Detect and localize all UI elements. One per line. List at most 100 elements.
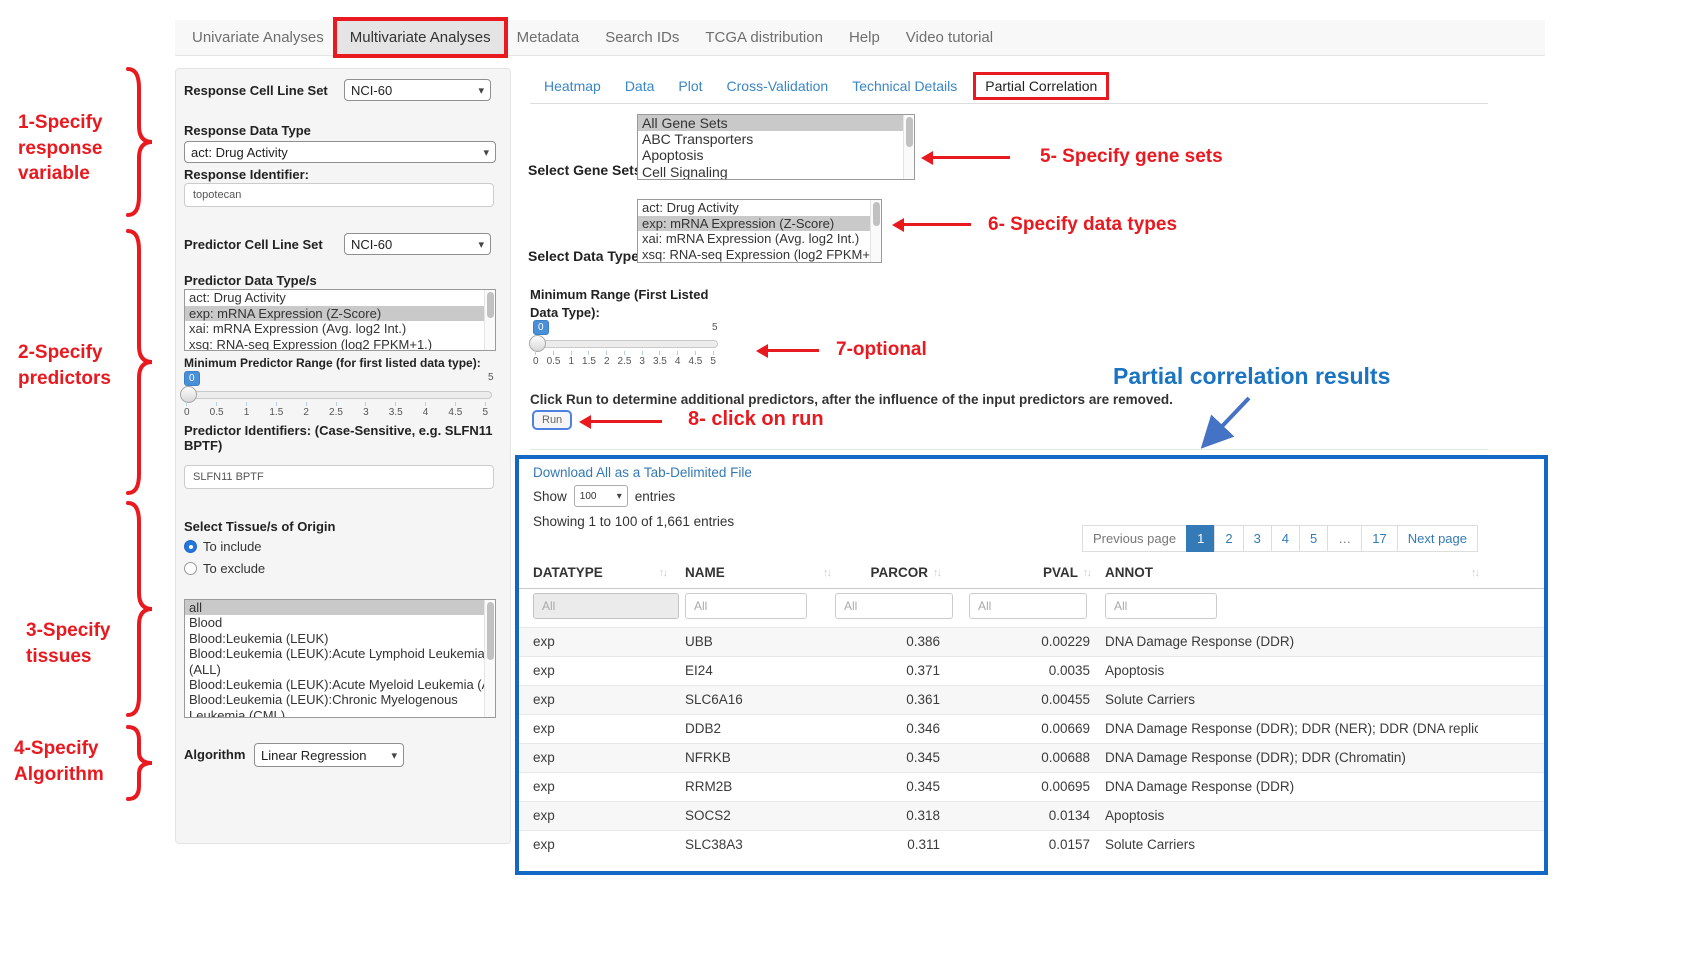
listbox-option[interactable]: xai: mRNA Expression (Avg. log2 Int.) — [638, 231, 881, 247]
response-data-type-value: act: Drug Activity — [191, 145, 288, 160]
listbox-option-selected[interactable]: exp: mRNA Expression (Z-Score) — [638, 216, 881, 232]
run-button[interactable]: Run — [532, 410, 572, 430]
slider-max-label: 5 — [488, 372, 494, 383]
listbox-option[interactable]: xsq: RNA-seq Expression (log2 FPKM+1.) — [185, 337, 495, 352]
tissue-include-radio[interactable]: To include — [184, 539, 262, 554]
predictor-cell-line-select[interactable]: NCI-60 ▾ — [344, 233, 491, 255]
tick-label: 4.5 — [688, 351, 702, 367]
nav-item-video-tutorial[interactable]: Video tutorial — [893, 21, 1006, 54]
cell-datatype: exp — [533, 837, 673, 852]
filter-input-datatype[interactable] — [533, 593, 679, 619]
page-button-4[interactable]: 4 — [1271, 525, 1300, 552]
listbox-option[interactable]: Cell Signaling — [638, 164, 914, 180]
tick-label: 2.5 — [618, 351, 632, 367]
predictor-cell-line-label: Predictor Cell Line Set — [184, 237, 323, 252]
tab-technical-details[interactable]: Technical Details — [840, 73, 969, 99]
listbox-option[interactable]: Apoptosis — [638, 147, 914, 163]
table-row[interactable]: exp DDB2 0.346 0.00669 DNA Damage Respon… — [519, 714, 1544, 743]
data-types-label: Select Data Types — [528, 248, 647, 264]
table-row[interactable]: exp SOCS2 0.318 0.0134 Apoptosis — [519, 801, 1544, 830]
tab-cross-validation[interactable]: Cross-Validation — [715, 73, 841, 99]
listbox-option[interactable]: xsq: RNA-seq Expression (log2 FPKM+1.) — [638, 247, 881, 263]
sort-icon: ↑↓ — [933, 567, 940, 579]
tab-partial-correlation[interactable]: Partial Correlation — [973, 72, 1109, 100]
listbox-option-selected[interactable]: All Gene Sets — [638, 115, 914, 131]
annotation-step8: 8- click on run — [688, 406, 824, 433]
predictor-identifiers-input[interactable] — [184, 465, 494, 489]
cell-annot: Solute Carriers — [1105, 837, 1478, 852]
listbox-option[interactable]: Blood:Leukemia (LEUK):Acute Myeloid Leuk… — [185, 677, 495, 692]
predictor-range-slider-track[interactable] — [184, 391, 492, 399]
table-row[interactable]: exp SLC38A3 0.311 0.0157 Solute Carriers — [519, 830, 1544, 859]
min-range-slider-track[interactable] — [533, 340, 718, 348]
cell-parcor: 0.345 — [805, 750, 940, 765]
previous-page-button[interactable]: Previous page — [1082, 525, 1187, 552]
chevron-down-icon: ▾ — [617, 491, 622, 502]
filter-input-parcor[interactable] — [835, 593, 953, 619]
listbox-scrollbar[interactable] — [903, 115, 914, 179]
tissue-origin-label: Select Tissue/s of Origin — [184, 519, 335, 534]
tick-label: 3.5 — [653, 351, 667, 367]
table-row[interactable]: exp SLC6A16 0.361 0.00455 Solute Carrier… — [519, 685, 1544, 714]
listbox-scrollbar[interactable] — [484, 290, 495, 350]
pagination: Previous page 1 2 3 4 5 … 17 Next page — [1083, 525, 1478, 552]
page-button-5[interactable]: 5 — [1299, 525, 1328, 552]
tab-plot[interactable]: Plot — [666, 73, 714, 99]
arrow-to-results-table — [1193, 392, 1257, 454]
filter-input-annot[interactable] — [1105, 593, 1217, 619]
cell-name: RRM2B — [685, 779, 815, 794]
listbox-option[interactable]: act: Drug Activity — [638, 200, 881, 216]
listbox-option[interactable]: Blood:Leukemia (LEUK):Chronic Myelogenou… — [185, 692, 495, 718]
nav-item-metadata[interactable]: Metadata — [504, 21, 593, 54]
entries-per-page-select[interactable]: 100 ▾ — [574, 485, 628, 507]
predictor-range-slider-handle[interactable] — [180, 386, 197, 403]
column-header-annot[interactable]: ANNOT ↑↓ — [1105, 565, 1478, 580]
table-row[interactable]: exp NFRKB 0.345 0.00688 DNA Damage Respo… — [519, 743, 1544, 772]
table-row[interactable]: exp RRM2B 0.345 0.00695 DNA Damage Respo… — [519, 772, 1544, 801]
tissue-exclude-radio[interactable]: To exclude — [184, 561, 265, 576]
tissue-listbox: all Blood Blood:Leukemia (LEUK) Blood:Le… — [184, 599, 496, 718]
response-cell-line-label: Response Cell Line Set — [184, 83, 328, 98]
page-button-2[interactable]: 2 — [1214, 525, 1243, 552]
column-header-pval[interactable]: PVAL ↑↓ — [955, 565, 1090, 580]
listbox-option[interactable]: Blood:Leukemia (LEUK) — [185, 631, 495, 646]
page-button-1[interactable]: 1 — [1186, 525, 1215, 552]
chevron-down-icon: ▾ — [478, 84, 484, 97]
listbox-option[interactable]: act: Drug Activity — [185, 290, 495, 306]
filter-input-name[interactable] — [685, 593, 807, 619]
response-cell-line-select[interactable]: NCI-60 ▾ — [344, 79, 491, 101]
nav-item-search-ids[interactable]: Search IDs — [592, 21, 692, 54]
cell-datatype: exp — [533, 721, 673, 736]
nav-item-help[interactable]: Help — [836, 21, 893, 54]
column-header-parcor[interactable]: PARCOR ↑↓ — [805, 565, 940, 580]
cell-name: SLC38A3 — [685, 837, 815, 852]
algorithm-select[interactable]: Linear Regression ▾ — [254, 743, 404, 767]
top-nav: Univariate Analyses Multivariate Analyse… — [175, 20, 1545, 56]
listbox-option-selected[interactable]: all — [185, 600, 495, 615]
listbox-scrollbar[interactable] — [870, 200, 881, 262]
table-row[interactable]: exp EI24 0.371 0.0035 Apoptosis — [519, 656, 1544, 685]
column-header-datatype[interactable]: DATATYPE ↑↓ — [533, 565, 666, 580]
listbox-option[interactable]: Blood:Leukemia (LEUK):Acute Lymphoid Leu… — [185, 646, 495, 677]
nav-item-multivariate-analyses[interactable]: Multivariate Analyses — [337, 21, 504, 54]
page-button-17[interactable]: 17 — [1361, 525, 1397, 552]
min-range-slider-handle[interactable] — [529, 335, 546, 352]
download-tab-delimited-link[interactable]: Download All as a Tab-Delimited File — [533, 465, 752, 480]
table-row[interactable]: exp UBB 0.386 0.00229 DNA Damage Respons… — [519, 627, 1544, 656]
page-button-3[interactable]: 3 — [1243, 525, 1272, 552]
listbox-option-selected[interactable]: exp: mRNA Expression (Z-Score) — [185, 306, 495, 322]
next-page-button[interactable]: Next page — [1397, 525, 1478, 552]
response-data-type-select[interactable]: act: Drug Activity ▾ — [184, 141, 496, 163]
cell-parcor: 0.361 — [805, 692, 940, 707]
listbox-scrollbar[interactable] — [484, 600, 495, 717]
tab-data[interactable]: Data — [613, 73, 667, 99]
arrow-to-run-button — [590, 420, 662, 423]
listbox-option[interactable]: xai: mRNA Expression (Avg. log2 Int.) — [185, 321, 495, 337]
tab-heatmap[interactable]: Heatmap — [532, 73, 613, 99]
nav-item-univariate-analyses[interactable]: Univariate Analyses — [179, 21, 337, 54]
nav-item-tcga-distribution[interactable]: TCGA distribution — [692, 21, 836, 54]
listbox-option[interactable]: ABC Transporters — [638, 131, 914, 147]
filter-input-pval[interactable] — [969, 593, 1087, 619]
response-identifier-input[interactable] — [184, 183, 494, 207]
listbox-option[interactable]: Blood — [185, 615, 495, 630]
